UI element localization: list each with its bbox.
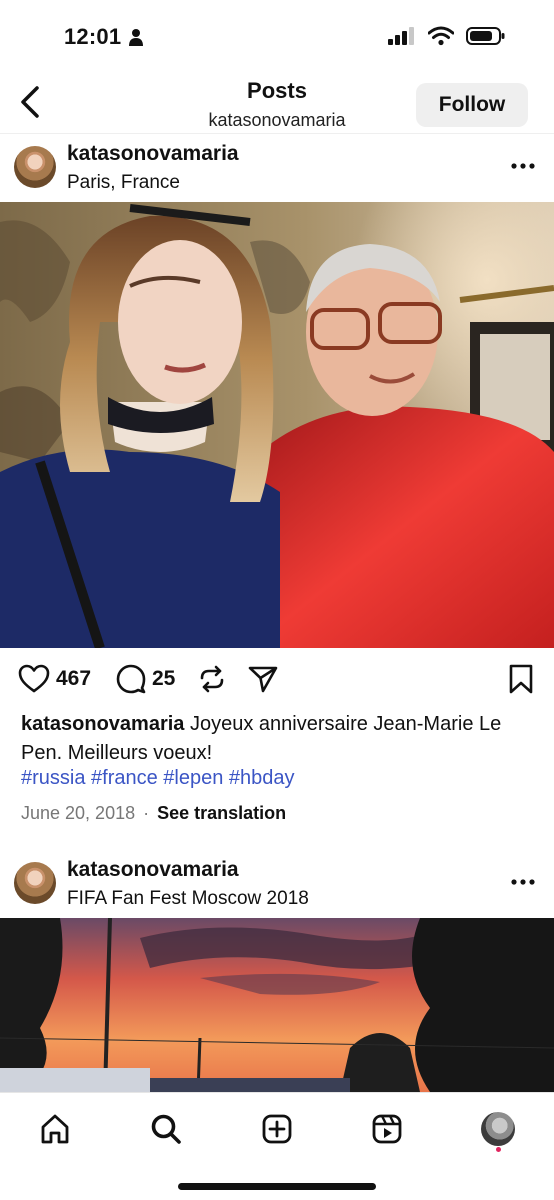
reels-icon (372, 1114, 402, 1144)
repost-button[interactable] (198, 664, 226, 694)
comment-count: 25 (152, 667, 176, 690)
status-bar: 12:01 (0, 0, 554, 70)
post-meta: June 20, 2018 · See translation (21, 803, 286, 824)
save-button[interactable] (508, 664, 534, 694)
home-indicator (178, 1183, 376, 1190)
more-options-button[interactable] (508, 870, 538, 894)
nav-new-post[interactable] (257, 1109, 297, 1149)
see-translation-link[interactable]: See translation (157, 803, 286, 824)
like-count: 467 (56, 667, 92, 690)
nav-profile[interactable] (478, 1109, 518, 1149)
avatar[interactable] (14, 146, 56, 188)
share-button[interactable] (248, 664, 278, 694)
post-header: katasonovamaria Paris, France (0, 134, 554, 202)
avatar[interactable] (14, 862, 56, 904)
nav-home[interactable] (35, 1109, 75, 1149)
profile-avatar (481, 1112, 515, 1146)
post-photo[interactable] (0, 918, 554, 1092)
status-time: 12:01 (64, 24, 122, 49)
send-icon (248, 666, 278, 693)
post-hashtags[interactable]: #russia #france #lepen #hbday (21, 767, 295, 790)
like-group[interactable]: 467 (18, 664, 91, 694)
post-location[interactable]: FIFA Fan Fest Moscow 2018 (67, 888, 309, 910)
more-options-button[interactable] (508, 154, 538, 178)
comment-icon (116, 664, 146, 694)
post-username[interactable]: katasonovamaria (67, 142, 239, 166)
post-location[interactable]: Paris, France (67, 172, 180, 194)
repost-icon (200, 665, 224, 693)
battery-icon (466, 27, 505, 45)
status-indicators (388, 26, 506, 46)
home-icon (41, 1114, 69, 1144)
post-header: katasonovamaria FIFA Fan Fest Moscow 201… (0, 850, 554, 918)
post-username[interactable]: katasonovamaria (67, 858, 239, 882)
heart-icon (18, 664, 50, 693)
bookmark-icon (509, 664, 533, 694)
new-post-icon (262, 1114, 292, 1144)
person-icon (129, 29, 143, 46)
post-actions: 467 25 (0, 656, 554, 704)
meta-separator: · (143, 803, 150, 823)
post-photo-image (0, 202, 554, 648)
comment-group[interactable]: 25 (116, 664, 175, 694)
post-caption: katasonovamaria Joyeux anniversaire Jean… (21, 710, 533, 768)
nav-search[interactable] (146, 1109, 186, 1149)
post-date: June 20, 2018 (21, 803, 136, 823)
search-icon (151, 1114, 181, 1144)
post-photo-image (0, 918, 554, 1092)
wifi-icon (428, 26, 454, 46)
caption-username[interactable]: katasonovamaria (21, 713, 184, 735)
more-icon (511, 163, 535, 169)
notification-dot (496, 1147, 501, 1152)
nav-reels[interactable] (367, 1109, 407, 1149)
signal-icon (388, 27, 414, 45)
more-icon (511, 879, 535, 885)
follow-button[interactable]: Follow (416, 83, 528, 127)
post-photo[interactable] (0, 202, 554, 648)
top-header: Posts katasonovamaria Follow (0, 70, 554, 134)
